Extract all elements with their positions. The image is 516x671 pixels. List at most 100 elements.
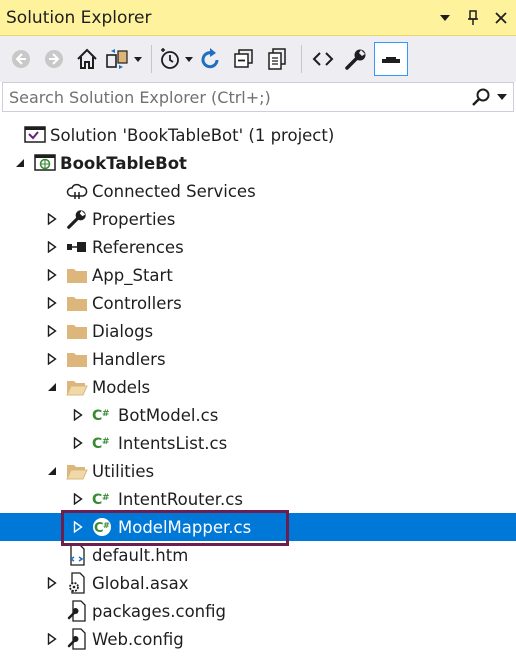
html-file-icon xyxy=(66,544,88,566)
open-folder-icon xyxy=(66,460,88,482)
tree-item-label: IntentsList.cs xyxy=(118,433,228,453)
tree-item-label: BookTableBot xyxy=(60,153,187,173)
tree-item-label: Models xyxy=(92,377,151,397)
refresh-icon[interactable] xyxy=(196,42,226,76)
collapsed-arrow-icon[interactable] xyxy=(44,351,60,367)
tree-item-default-htm[interactable]: default.htm xyxy=(0,541,516,569)
forward-icon[interactable] xyxy=(39,42,69,76)
show-all-files-icon[interactable] xyxy=(262,42,292,76)
collapsed-arrow-icon[interactable] xyxy=(70,435,86,451)
svg-text:#: # xyxy=(102,437,110,447)
tree-item-label: References xyxy=(92,237,184,257)
collapsed-arrow-icon[interactable] xyxy=(70,407,86,423)
tree-item-utilities[interactable]: Utilities xyxy=(0,457,516,485)
search-input[interactable] xyxy=(3,84,471,110)
chevron-down-icon[interactable] xyxy=(497,94,507,100)
solution-icon xyxy=(24,124,46,146)
back-icon[interactable] xyxy=(6,42,36,76)
expanded-arrow-icon[interactable] xyxy=(44,379,60,395)
web-project-icon xyxy=(34,152,56,174)
properties-icon[interactable] xyxy=(341,42,371,76)
wrench-icon xyxy=(66,208,88,230)
collapsed-arrow-icon[interactable] xyxy=(70,491,86,507)
tree-item-label: Web.config xyxy=(92,629,184,649)
tree-item-global-asax[interactable]: Global.asax xyxy=(0,569,516,597)
tree-item-project[interactable]: BookTableBot xyxy=(0,149,516,177)
search-box xyxy=(2,82,514,112)
tree-item-label: Connected Services xyxy=(92,181,256,201)
config-file-icon xyxy=(66,600,88,622)
open-folder-icon xyxy=(66,376,88,398)
tree-item-botmodel-cs[interactable]: C # BotModel.cs xyxy=(0,401,516,429)
tree-item-label: Controllers xyxy=(92,293,182,313)
tree-item-app-start[interactable]: App_Start xyxy=(0,261,516,289)
cloud-icon xyxy=(66,180,88,202)
collapse-all-icon[interactable] xyxy=(229,42,259,76)
search-icon[interactable] xyxy=(471,87,491,107)
dropdown-icon[interactable] xyxy=(432,5,458,31)
tree-item-dialogs[interactable]: Dialogs xyxy=(0,317,516,345)
tree-item-label: Handlers xyxy=(92,349,166,369)
solution-tree: Solution 'BookTableBot' (1 project) Book… xyxy=(0,121,516,653)
toolbar-separator xyxy=(151,45,152,73)
tree-item-label: Global.asax xyxy=(92,573,189,593)
tree-item-intentrouter-cs[interactable]: C # IntentRouter.cs xyxy=(0,485,516,513)
view-code-icon[interactable] xyxy=(308,42,338,76)
tree-item-models[interactable]: Models xyxy=(0,373,516,401)
tree-item-web-config[interactable]: Web.config xyxy=(0,625,516,653)
tree-item-references[interactable]: References xyxy=(0,233,516,261)
expanded-arrow-icon[interactable] xyxy=(44,463,60,479)
tree-item-label: IntentRouter.cs xyxy=(118,489,243,509)
collapsed-arrow-icon[interactable] xyxy=(44,631,60,647)
folder-icon xyxy=(66,320,88,342)
svg-text:#: # xyxy=(102,493,110,503)
collapsed-arrow-icon[interactable] xyxy=(44,323,60,339)
close-icon[interactable] xyxy=(488,5,514,31)
tree-item-modelmapper-cs[interactable]: C # ModelMapper.cs xyxy=(0,513,516,541)
home-icon[interactable] xyxy=(72,42,102,76)
collapsed-arrow-icon[interactable] xyxy=(44,239,60,255)
window-title: Solution Explorer xyxy=(6,7,152,28)
title-bar: Solution Explorer xyxy=(0,0,516,36)
tree-item-label: Solution 'BookTableBot' (1 project) xyxy=(50,125,335,145)
tree-item-label: packages.config xyxy=(92,601,226,621)
tree-item-label: BotModel.cs xyxy=(118,405,219,425)
tree-item-label: Utilities xyxy=(92,461,155,481)
pin-icon[interactable] xyxy=(460,5,486,31)
toolbar xyxy=(0,36,516,82)
svg-text:C: C xyxy=(92,492,102,508)
preview-selected-icon[interactable] xyxy=(374,42,408,76)
tree-item-handlers[interactable]: Handlers xyxy=(0,345,516,373)
tree-item-label: ModelMapper.cs xyxy=(118,517,252,537)
tree-item-solution[interactable]: Solution 'BookTableBot' (1 project) xyxy=(0,121,516,149)
tree-item-connected-services[interactable]: Connected Services xyxy=(0,177,516,205)
svg-text:C: C xyxy=(92,436,102,452)
tree-item-properties[interactable]: Properties xyxy=(0,205,516,233)
pending-changes-icon[interactable] xyxy=(158,42,193,76)
csharp-file-icon: C # xyxy=(92,516,114,538)
expanded-arrow-icon[interactable] xyxy=(12,155,28,171)
folder-icon xyxy=(66,264,88,286)
collapsed-arrow-icon[interactable] xyxy=(44,575,60,591)
tree-item-label: App_Start xyxy=(92,265,173,285)
collapsed-arrow-icon[interactable] xyxy=(44,295,60,311)
tree-item-label: Properties xyxy=(92,209,176,229)
collapsed-arrow-icon[interactable] xyxy=(44,211,60,227)
references-icon xyxy=(66,236,88,258)
svg-text:#: # xyxy=(103,521,110,530)
config-file-icon xyxy=(66,628,88,650)
folder-icon xyxy=(66,348,88,370)
collapsed-arrow-icon[interactable] xyxy=(44,267,60,283)
collapsed-arrow-icon[interactable] xyxy=(70,519,86,535)
search-options[interactable] xyxy=(471,87,513,107)
tree-item-packages-config[interactable]: packages.config xyxy=(0,597,516,625)
tree-item-controllers[interactable]: Controllers xyxy=(0,289,516,317)
svg-text:#: # xyxy=(102,409,110,419)
csharp-file-icon: C # xyxy=(92,432,114,454)
csharp-file-icon: C # xyxy=(92,488,114,510)
switch-views-icon[interactable] xyxy=(105,42,142,76)
tree-item-intentslist-cs[interactable]: C # IntentsList.cs xyxy=(0,429,516,457)
